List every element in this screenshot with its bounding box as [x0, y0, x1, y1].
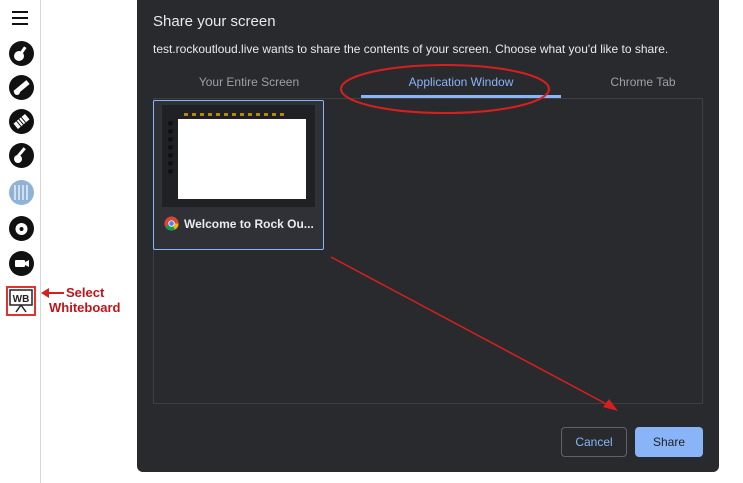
record-icon[interactable]: [9, 216, 34, 241]
cancel-button[interactable]: Cancel: [561, 427, 627, 457]
tab-application-window[interactable]: Application Window: [363, 75, 559, 89]
tab-bar: Your Entire Screen Application Window Ch…: [153, 62, 703, 99]
window-preview: [162, 105, 315, 207]
window-thumbnail[interactable]: Welcome to Rock Ou...: [153, 100, 324, 250]
tab-chrome-tab[interactable]: Chrome Tab: [573, 75, 713, 89]
bass-icon[interactable]: [9, 75, 34, 100]
guitar2-icon[interactable]: [9, 143, 34, 168]
app-toolbar: WB: [0, 0, 41, 483]
share-screen-dialog: Share your screen test.rockoutloud.live …: [137, 0, 719, 472]
whiteboard-abbrev: WB: [13, 294, 30, 305]
whiteboard-icon: WB: [9, 289, 33, 313]
window-title: Welcome to Rock Ou...: [184, 216, 314, 231]
dialog-title: Share your screen: [153, 13, 276, 30]
whiteboard-button[interactable]: WB: [6, 286, 36, 316]
share-button[interactable]: Share: [635, 427, 703, 457]
menu-icon[interactable]: [12, 11, 28, 25]
tab-entire-screen[interactable]: Your Entire Screen: [153, 75, 345, 89]
camera-icon[interactable]: [9, 251, 34, 276]
arrow-head-whiteboard: [41, 288, 49, 298]
annotation-select: Select: [66, 285, 105, 300]
dialog-subtitle: test.rockoutloud.live wants to share the…: [153, 42, 669, 56]
keyboard-icon[interactable]: [9, 109, 34, 134]
guitar-icon[interactable]: [9, 41, 34, 66]
window-caption: Welcome to Rock Ou...: [164, 216, 314, 231]
annotation-whiteboard: Whiteboard: [49, 300, 121, 315]
chrome-icon: [164, 216, 179, 231]
drums-icon[interactable]: [9, 180, 34, 205]
